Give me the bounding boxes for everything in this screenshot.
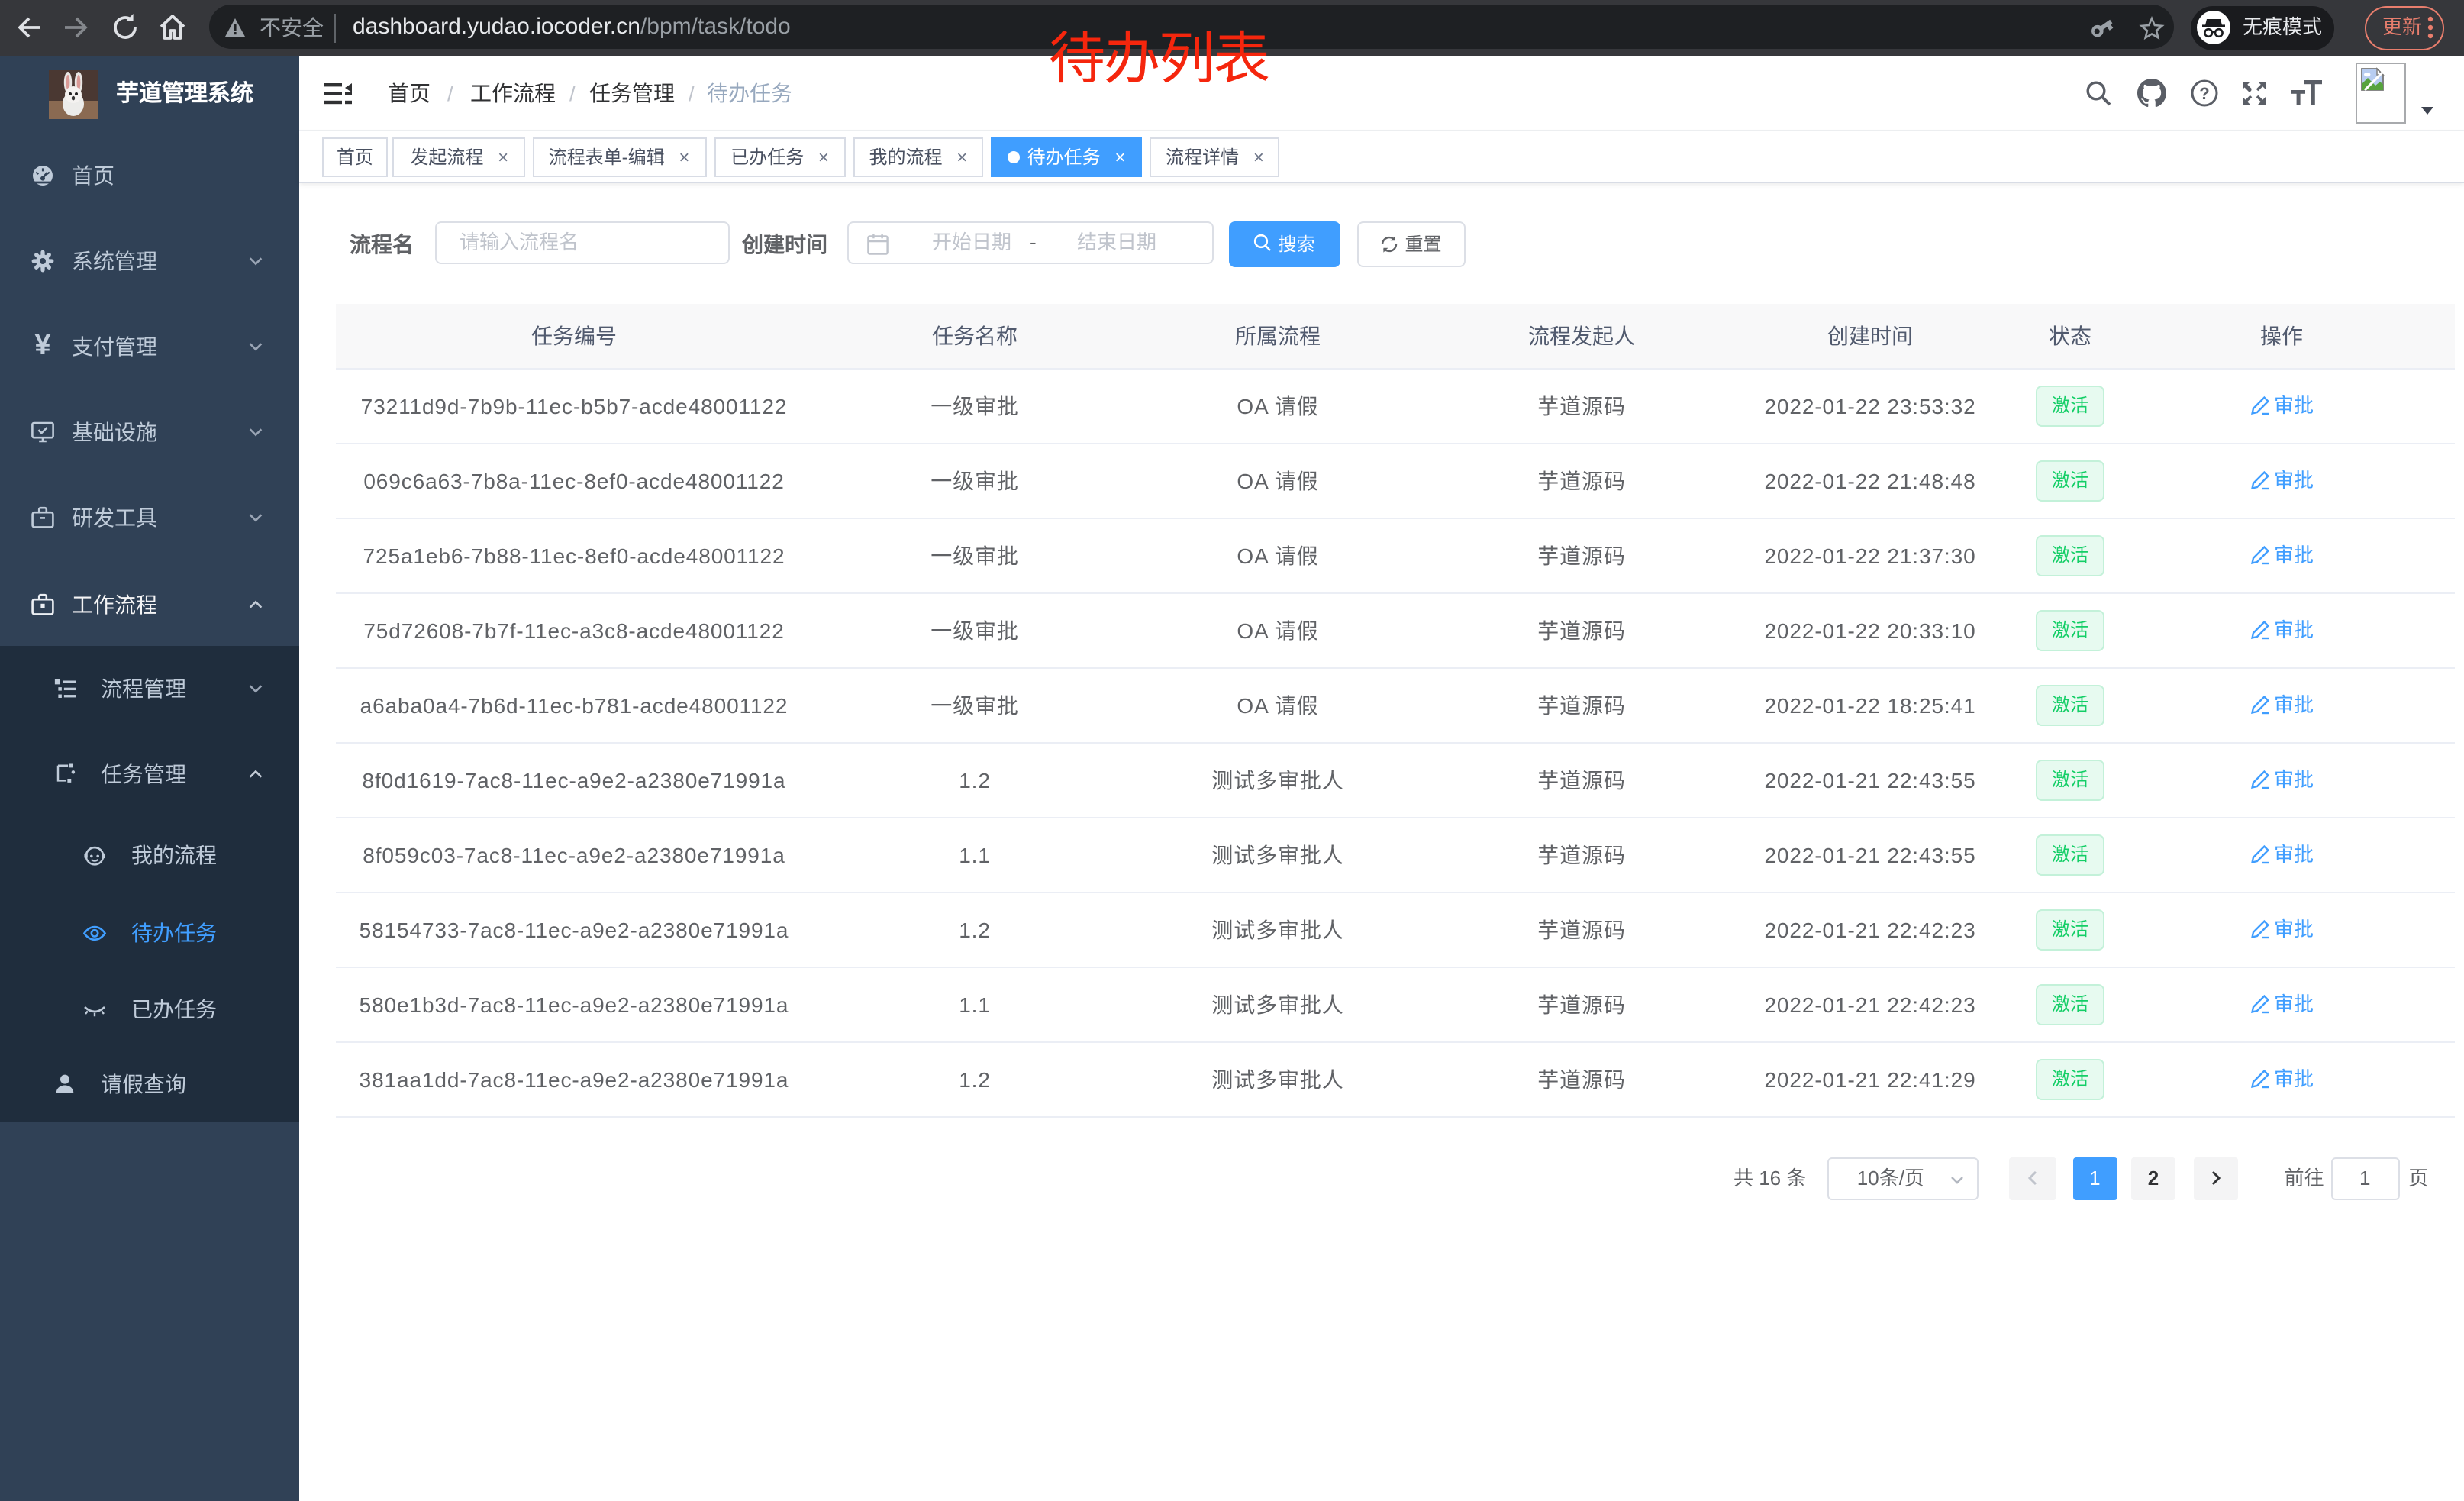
svg-text:?: ?	[2198, 84, 2208, 103]
